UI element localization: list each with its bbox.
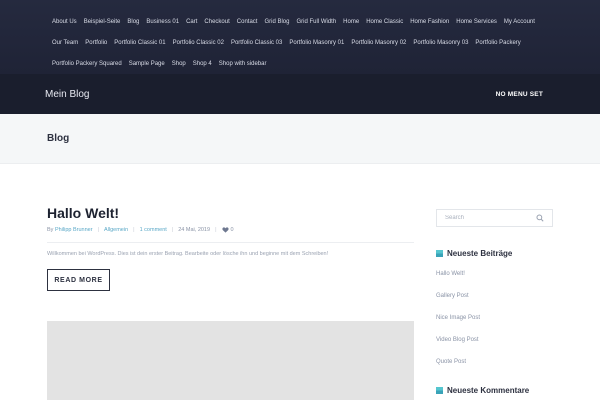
post-divider (47, 242, 414, 243)
nav-item[interactable]: Checkout (204, 19, 229, 25)
nav-item[interactable]: Portfolio Masonry 01 (289, 40, 344, 46)
author-prefix: By (47, 227, 54, 233)
nav-item[interactable]: Portfolio Masonry 03 (413, 40, 468, 46)
nav-item[interactable]: Our Team (52, 40, 78, 46)
search-box (436, 209, 553, 227)
menu-label: NO MENU SET (495, 90, 543, 98)
read-more-button[interactable]: READ MORE (47, 269, 110, 291)
page-title-bar: Blog (0, 114, 600, 164)
meta-separator: | (133, 227, 135, 233)
nav-item[interactable]: Contact (237, 19, 258, 25)
nav-item[interactable]: Home (343, 19, 359, 25)
nav-item[interactable]: Home Services (456, 19, 497, 25)
nav-item[interactable]: Business 01 (146, 19, 179, 25)
recent-post-link[interactable]: Nice Image Post (436, 315, 480, 321)
nav-item[interactable]: Shop 4 (193, 61, 212, 67)
meta-separator: | (215, 227, 217, 233)
post-author-link[interactable]: Philipp Brunner (55, 227, 93, 233)
nav-item[interactable]: Portfolio Packery (475, 40, 520, 46)
like-count: 0 (230, 227, 234, 233)
nav-row-2: Our Team Portfolio Portfolio Classic 01 … (52, 32, 548, 53)
post-excerpt: Willkommen bei WordPress. Dies ist dein … (47, 251, 329, 257)
nav-item[interactable]: Cart (186, 19, 197, 25)
nav-item[interactable]: My Account (504, 19, 535, 25)
nav-item[interactable]: About Us (52, 19, 77, 25)
recent-comments-heading: Neueste Kommentare (436, 386, 529, 395)
nav-item[interactable]: Home Fashion (410, 19, 449, 25)
site-title[interactable]: Mein Blog (45, 89, 89, 100)
recent-comments-title: Neueste Kommentare (447, 386, 530, 395)
nav-item[interactable]: Shop with sidebar (219, 61, 267, 67)
recent-post-link[interactable]: Video Blog Post (436, 337, 479, 343)
nav-item[interactable]: Shop (172, 61, 186, 67)
nav-item[interactable]: Portfolio Classic 02 (173, 40, 224, 46)
nav-item[interactable]: Grid Full Width (296, 19, 336, 25)
site-header: Mein Blog NO MENU SET (0, 74, 600, 114)
top-navigation: About Us Beispiel-Seite Blog Business 01… (0, 0, 600, 74)
nav-row-1: About Us Beispiel-Seite Blog Business 01… (52, 11, 548, 32)
nav-row-3: Portfolio Packery Squared Sample Page Sh… (52, 53, 548, 74)
recent-posts-title: Neueste Beiträge (447, 249, 513, 258)
heart-icon (221, 227, 229, 233)
nav-item[interactable]: Portfolio Classic 03 (231, 40, 282, 46)
nav-item[interactable]: Blog (127, 19, 139, 25)
post-title[interactable]: Hallo Welt! (47, 205, 119, 221)
nav-item[interactable]: Portfolio Packery Squared (52, 61, 122, 67)
nav-item[interactable]: Beispiel-Seite (84, 19, 121, 25)
recent-post-link[interactable]: Gallery Post (436, 293, 469, 299)
nav-item[interactable]: Portfolio Masonry 02 (351, 40, 406, 46)
search-input[interactable] (445, 215, 535, 221)
page-title: Blog (47, 133, 70, 144)
like-button[interactable]: 0 (221, 227, 234, 233)
meta-separator: | (97, 227, 99, 233)
post-date: 24 Mai, 2019 (178, 227, 211, 233)
nav-item[interactable]: Portfolio Classic 01 (114, 40, 165, 46)
search-icon[interactable] (536, 214, 544, 222)
widget-marker-icon (436, 250, 443, 257)
post-category-link[interactable]: Allgemein (104, 227, 128, 233)
post-meta: By Philipp Brunner | Allgemein | 1 comme… (47, 227, 234, 233)
featured-image-placeholder (47, 321, 414, 400)
nav-item[interactable]: Sample Page (129, 61, 165, 67)
nav-item[interactable]: Grid Blog (264, 19, 289, 25)
recent-post-link[interactable]: Quote Post (436, 359, 466, 365)
nav-item[interactable]: Home Classic (366, 19, 403, 25)
recent-posts-heading: Neueste Beiträge (436, 249, 512, 258)
post-comments-link[interactable]: 1 comment (140, 227, 167, 233)
recent-post-link[interactable]: Hallo Welt! (436, 271, 465, 277)
meta-separator: | (171, 227, 174, 233)
nav-item[interactable]: Portfolio (85, 40, 107, 46)
widget-marker-icon (436, 387, 443, 394)
